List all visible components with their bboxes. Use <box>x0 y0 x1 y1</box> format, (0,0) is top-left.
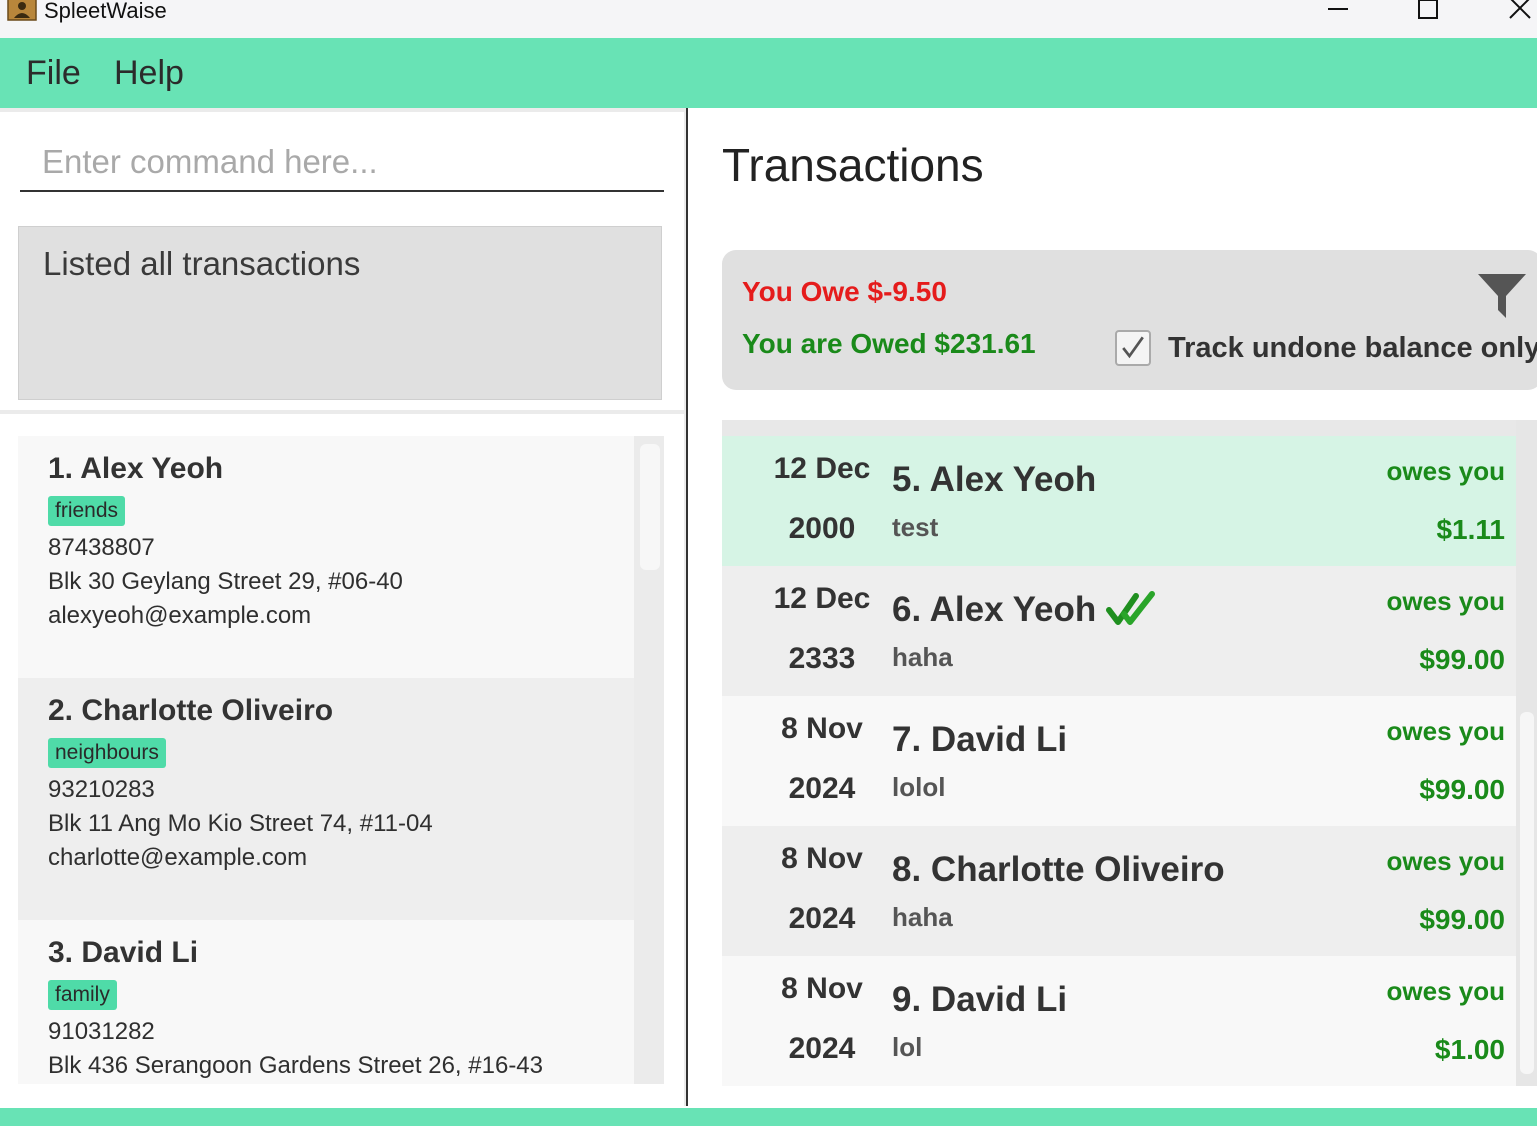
transaction-description: haha <box>892 642 953 672</box>
person-tag: neighbours <box>48 738 166 768</box>
person-email: charlotte@example.com <box>48 844 308 871</box>
command-input[interactable] <box>20 134 664 192</box>
person-name: 1. Alex Yeoh <box>48 452 224 485</box>
transaction-amount: $1.00 <box>1434 1034 1505 1065</box>
transaction-year: 2000 <box>788 512 856 545</box>
transaction-day: 8 Nov <box>781 972 863 1005</box>
transaction-direction: owes you <box>1386 716 1505 746</box>
close-icon[interactable] <box>1500 0 1537 32</box>
transaction-row[interactable]: 8 Nov 2024 8. Charlotte Oliveiro haha ow… <box>722 826 1516 956</box>
person-phone: 87438807 <box>48 534 155 561</box>
result-display-container: Listed all transactions <box>0 218 684 410</box>
track-undone-label[interactable]: Track undone balance only <box>1168 332 1537 365</box>
transaction-day: 12 Dec <box>773 582 871 615</box>
person-card[interactable]: 2. Charlotte Oliveiro neighbours 9321028… <box>18 678 634 920</box>
maximize-icon[interactable] <box>1408 0 1448 32</box>
person-address: Blk 11 Ang Mo Kio Street 74, #11-04 <box>48 810 433 837</box>
transaction-day: 8 Nov <box>781 842 863 875</box>
person-card[interactable]: 3. David Li family 91031282 Blk 436 Sera… <box>18 920 634 1084</box>
checkmark-icon <box>1122 336 1144 359</box>
transaction-year: 2024 <box>788 1032 856 1065</box>
result-display: Listed all transactions <box>18 226 662 400</box>
menu-help[interactable]: Help <box>114 52 184 94</box>
person-list-scroll-thumb[interactable] <box>640 444 660 570</box>
result-message: Listed all transactions <box>43 245 361 282</box>
balance-summary: You Owe $-9.50 You are Owed $231.61 Trac… <box>722 250 1537 390</box>
transaction-direction: owes you <box>1386 586 1505 616</box>
transaction-amount: $99.00 <box>1419 644 1505 675</box>
transaction-day: 12 Dec <box>773 452 871 485</box>
left-panel: Listed all transactions 1. Alex Yeoh fri… <box>0 108 686 1106</box>
person-phone: 91031282 <box>48 1018 155 1045</box>
window-title: SpleetWaise <box>44 0 167 23</box>
transaction-amount: $99.00 <box>1419 774 1505 805</box>
person-card[interactable]: 1. Alex Yeoh friends 87438807 Blk 30 Gey… <box>18 436 634 678</box>
person-list-panel: 1. Alex Yeoh friends 87438807 Blk 30 Gey… <box>0 414 684 1106</box>
transaction-list-scroll-thumb[interactable] <box>1520 712 1534 1074</box>
transaction-description: lol <box>892 1032 923 1062</box>
person-tag: family <box>48 980 117 1010</box>
menu-bar: File Help <box>0 38 1537 108</box>
transaction-row[interactable]: 8 Nov 2024 9. David Li lol owes you $1.0… <box>722 956 1516 1086</box>
transaction-year: 2024 <box>788 902 856 935</box>
track-undone-checkbox[interactable] <box>1115 330 1151 366</box>
transaction-direction: owes you <box>1386 846 1505 876</box>
transaction-description: lolol <box>892 772 946 802</box>
transaction-direction: owes you <box>1386 976 1505 1006</box>
transaction-list[interactable]: 12 Dec 2000 5. Alex Yeoh test owes you $… <box>722 420 1516 1086</box>
transaction-row[interactable]: 12 Dec 2333 6. Alex Yeoh haha owes you $… <box>722 566 1516 696</box>
transaction-row[interactable]: 12 Dec 2000 5. Alex Yeoh test owes you $… <box>722 436 1516 566</box>
you-are-owed-amount: You are Owed $231.61 <box>742 328 1036 359</box>
done-check-icon <box>1106 591 1155 625</box>
person-name: 2. Charlotte Oliveiro <box>48 694 334 727</box>
title-bar: SpleetWaise <box>0 0 1537 38</box>
transaction-row[interactable]: 8 Nov 2024 7. David Li lolol owes you $9… <box>722 696 1516 826</box>
filter-icon[interactable] <box>1476 270 1528 322</box>
person-list[interactable]: 1. Alex Yeoh friends 87438807 Blk 30 Gey… <box>18 436 634 1084</box>
transaction-person: 6. Alex Yeoh <box>892 590 1097 629</box>
status-bar-strip <box>0 1108 1537 1126</box>
transaction-person: 5. Alex Yeoh <box>892 460 1097 499</box>
transaction-year: 2333 <box>788 642 856 675</box>
transaction-description: haha <box>892 902 953 932</box>
transaction-person: 7. David Li <box>892 720 1068 759</box>
person-email: alexyeoh@example.com <box>48 602 312 629</box>
person-name: 3. David Li <box>48 936 199 969</box>
transaction-amount: $1.11 <box>1436 514 1505 545</box>
transaction-person: 9. David Li <box>892 980 1068 1019</box>
right-panel: Transactions You Owe $-9.50 You are Owed… <box>688 108 1537 1106</box>
transaction-direction: owes you <box>1386 456 1505 486</box>
transaction-day: 8 Nov <box>781 712 863 745</box>
person-address: Blk 436 Serangoon Gardens Street 26, #16… <box>48 1052 543 1079</box>
menu-file[interactable]: File <box>26 52 81 94</box>
app-icon <box>7 0 37 21</box>
you-owe-amount: You Owe $-9.50 <box>742 276 947 307</box>
transactions-title: Transactions <box>722 139 984 191</box>
person-tag: friends <box>48 496 126 526</box>
person-phone: 93210283 <box>48 776 155 803</box>
transaction-person: 8. Charlotte Oliveiro <box>892 850 1225 889</box>
minimize-icon[interactable] <box>1318 0 1358 32</box>
transaction-amount: $99.00 <box>1419 904 1505 935</box>
person-address: Blk 30 Geylang Street 29, #06-40 <box>48 568 403 595</box>
transaction-year: 2024 <box>788 772 856 805</box>
transaction-description: test <box>892 512 939 542</box>
